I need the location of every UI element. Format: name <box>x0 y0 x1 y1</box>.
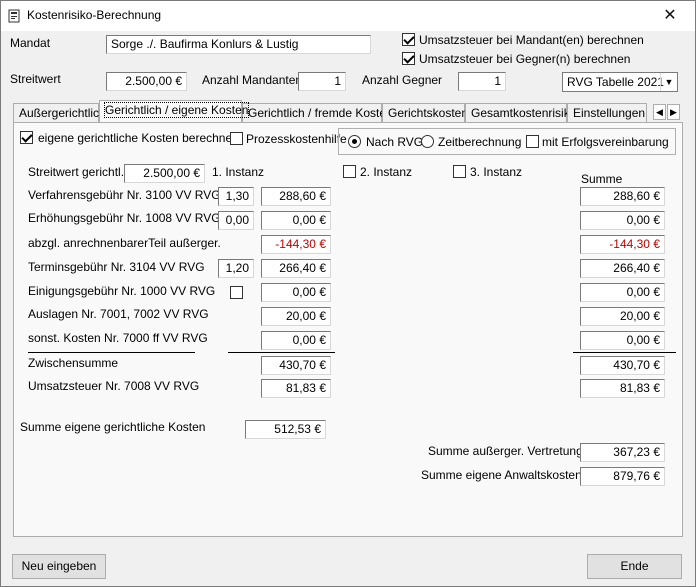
erfolg-checkbox[interactable] <box>526 135 539 148</box>
pkh-checkbox[interactable] <box>230 132 243 145</box>
tab-gerichtskosten[interactable]: Gerichtskosten <box>382 103 468 122</box>
mandat-field[interactable]: Sorge ./. Baufirma Konlurs & Lustig <box>106 35 371 54</box>
sonst-value-field[interactable]: 0,00 € <box>261 331 331 350</box>
abzug-value-field: -144,30 € <box>261 235 331 254</box>
rvg-tabelle-value: RVG Tabelle 2021 <box>567 75 664 89</box>
anzahl-gegner-field[interactable]: 1 <box>458 72 506 91</box>
divider-instanz1 <box>228 352 335 353</box>
nach-rvg-radio[interactable] <box>348 135 361 148</box>
anzahl-mandanten-label: Anzahl Mandanten <box>202 73 303 87</box>
summe-anwalt-label: Summe eigene Anwaltskosten <box>421 468 582 482</box>
einigung-value-field: 0,00 € <box>261 283 331 302</box>
erhoehung-factor-field[interactable]: 0,00 <box>218 211 254 230</box>
ust-gegner-label: Umsatzsteuer bei Gegner(n) berechnen <box>419 52 631 66</box>
pkh-label: Prozesskostenhilfe <box>246 132 347 146</box>
verfahren-sum-field: 288,60 € <box>580 187 665 206</box>
tab-scroll-right-icon[interactable]: ▶ <box>667 104 680 120</box>
einigung-label: Einigungsgebühr Nr. 1000 VV RVG <box>28 284 216 298</box>
chevron-down-icon[interactable]: ▼ <box>660 73 677 91</box>
window-title: Kostenrisiko-Berechnung <box>27 8 162 22</box>
zwischensumme-value-field: 430,70 € <box>261 356 331 375</box>
ust-label: Umsatzsteuer Nr. 7008 VV RVG <box>28 379 200 393</box>
eigene-kosten-label: eigene gerichtliche Kosten berechnen <box>38 131 239 145</box>
tab-einstellungen[interactable]: Einstellungen <box>567 103 647 122</box>
rvg-tabelle-select[interactable]: RVG Tabelle 2021 ▼ <box>562 72 678 92</box>
sonst-sum-field: 0,00 € <box>580 331 665 350</box>
divider-summe <box>573 352 676 353</box>
tab-gerichtlich-eigene[interactable]: Gerichtlich / eigene Kosten <box>99 100 250 122</box>
tab-gerichtlich-fremde[interactable]: Gerichtlich / fremde Kosten <box>242 103 393 122</box>
title-bar: Kostenrisiko-Berechnung ✕ <box>1 1 695 31</box>
anzahl-mandanten-field[interactable]: 1 <box>298 72 346 91</box>
instanz2-checkbox[interactable] <box>343 165 356 178</box>
summe-eigene-gericht-label: Summe eigene gerichtliche Kosten <box>20 420 206 434</box>
zeitberechnung-radio[interactable] <box>421 135 434 148</box>
tab-aussergerichtlich[interactable]: Außergerichtlich <box>13 103 106 122</box>
anzahl-gegner-label: Anzahl Gegner <box>362 73 443 87</box>
auslagen-sum-field: 20,00 € <box>580 307 665 326</box>
abzug-sum-field: -144,30 € <box>580 235 665 254</box>
summe-ausserger-label: Summe außerger. Vertretung <box>428 444 583 458</box>
instanz1-label: 1. Instanz <box>212 165 265 179</box>
verfahren-value-field: 288,60 € <box>261 187 331 206</box>
erfolg-label: mit Erfolgsvereinbarung <box>542 135 669 149</box>
ust-sum-field: 81,83 € <box>580 379 665 398</box>
erhoehung-label: Erhöhungsgebühr Nr. 1008 VV RVG <box>28 211 221 225</box>
einigung-checkbox[interactable] <box>230 286 243 299</box>
streitwert-gericht-label: Streitwert gerichtl. <box>28 165 125 179</box>
termin-factor-field[interactable]: 1,20 <box>218 259 254 278</box>
erhoehung-sum-field: 0,00 € <box>580 211 665 230</box>
main-window: Kostenrisiko-Berechnung ✕ Mandat Sorge .… <box>0 0 696 587</box>
termin-sum-field: 266,40 € <box>580 259 665 278</box>
app-icon <box>8 9 20 23</box>
divider-left <box>28 352 195 353</box>
zwischensumme-label: Zwischensumme <box>28 356 119 370</box>
instanz3-label: 3. Instanz <box>470 165 523 179</box>
eigene-kosten-checkbox[interactable] <box>20 131 33 144</box>
auslagen-value-field[interactable]: 20,00 € <box>261 307 331 326</box>
close-icon[interactable]: ✕ <box>655 5 685 25</box>
neu-eingeben-button[interactable]: Neu eingeben <box>12 554 106 579</box>
erhoehung-value-field: 0,00 € <box>261 211 331 230</box>
streitwert-label: Streitwert <box>10 72 61 86</box>
instanz2-label: 2. Instanz <box>360 165 413 179</box>
sonst-label: sonst. Kosten Nr. 7000 ff VV RVG <box>28 331 208 345</box>
streitwert-field[interactable]: 2.500,00 € <box>106 72 187 91</box>
verfahren-label: Verfahrensgebühr Nr. 3100 VV RVG <box>28 188 221 202</box>
ust-gegner-checkbox[interactable] <box>402 52 415 65</box>
summe-ausserger-field: 367,23 € <box>580 443 665 462</box>
zwischensumme-sum-field: 430,70 € <box>580 356 665 375</box>
ende-button[interactable]: Ende <box>587 554 682 579</box>
abzug-label: abzgl. anrechnenbarerTeil außerger. <box>28 236 221 250</box>
ust-mandant-label: Umsatzsteuer bei Mandant(en) berechnen <box>419 33 644 47</box>
auslagen-label: Auslagen Nr. 7001, 7002 VV RVG <box>28 307 209 321</box>
mandat-label: Mandat <box>10 36 51 50</box>
zeitberechnung-label: Zeitberechnung <box>438 135 522 149</box>
streitwert-gericht-field[interactable]: 2.500,00 € <box>124 164 205 183</box>
instanz3-checkbox[interactable] <box>453 165 466 178</box>
nach-rvg-label: Nach RVG <box>366 135 424 149</box>
summe-eigene-gericht-field: 512,53 € <box>245 420 326 439</box>
verfahren-factor-field[interactable]: 1,30 <box>218 187 254 206</box>
einigung-sum-field: 0,00 € <box>580 283 665 302</box>
summe-label: Summe <box>581 172 623 186</box>
tab-scroll-left-icon[interactable]: ◀ <box>653 104 666 120</box>
tab-gesamtkostenrisiko[interactable]: Gesamtkostenrisiko <box>465 103 576 122</box>
ust-mandant-checkbox[interactable] <box>402 33 415 46</box>
termin-label: Terminsgebühr Nr. 3104 VV RVG <box>28 260 205 274</box>
termin-value-field: 266,40 € <box>261 259 331 278</box>
summe-anwalt-field: 879,76 € <box>580 467 665 486</box>
ust-value-field: 81,83 € <box>261 379 331 398</box>
